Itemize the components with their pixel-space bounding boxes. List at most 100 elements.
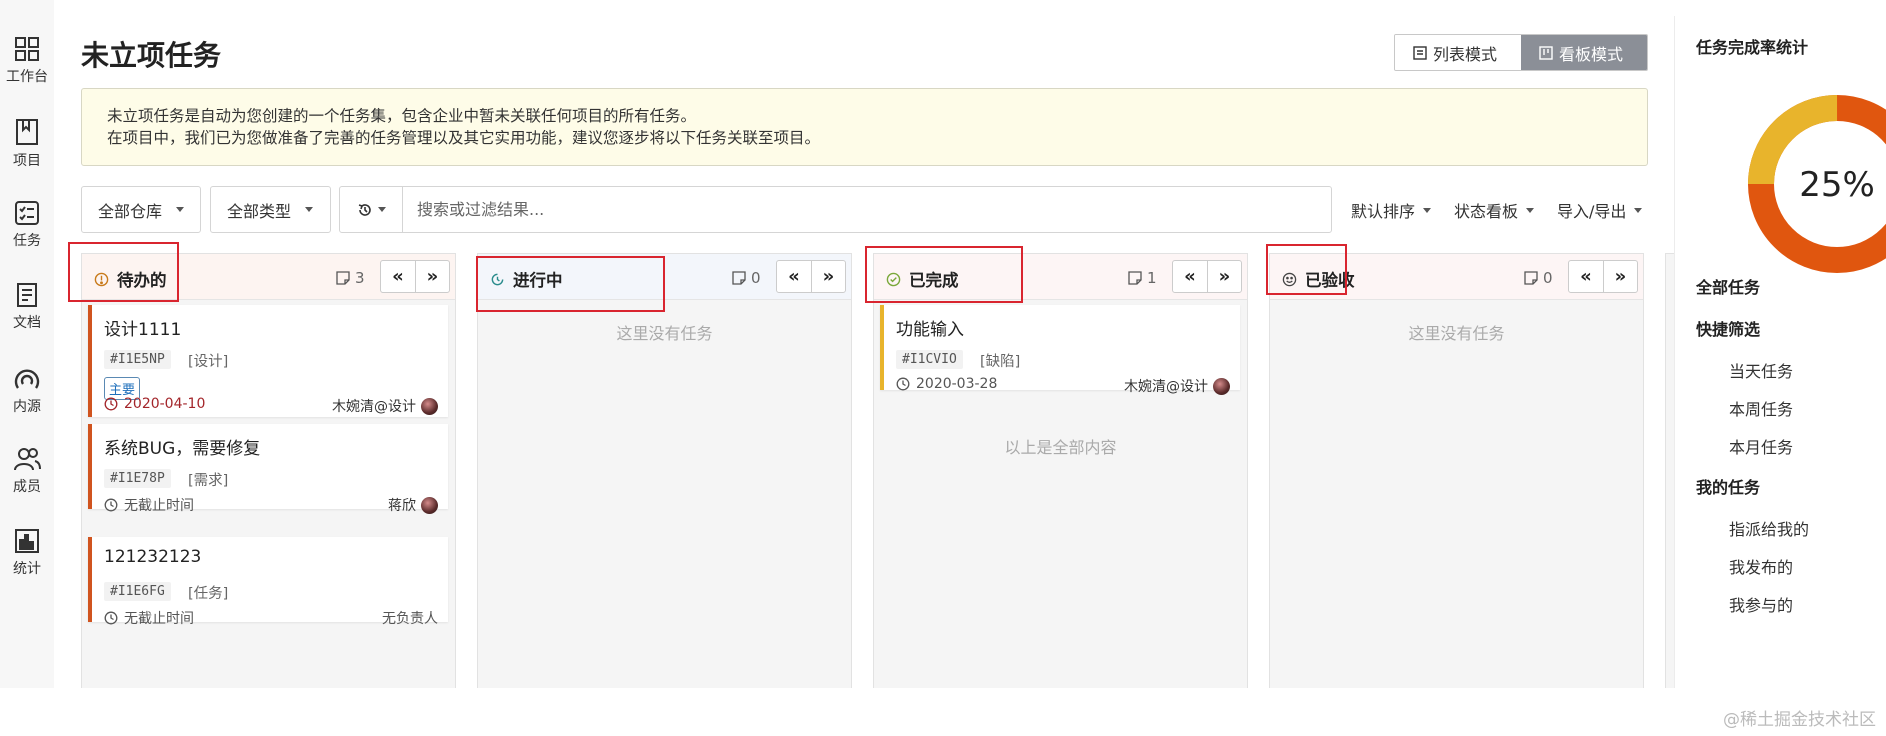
nav-item-task[interactable]: 任务 <box>0 200 54 250</box>
notice-line-2: 在项目中，我们已为您做准备了完善的任务管理以及其它实用功能，建议您逐步将以下任务… <box>107 129 821 147</box>
filter-this-week[interactable]: 本周任务 <box>1729 396 1793 420</box>
filter-participating[interactable]: 我参与的 <box>1729 592 1793 616</box>
move-left-button[interactable]: « <box>1173 261 1207 292</box>
empty-column-text: 这里没有任务 <box>1408 324 1505 343</box>
repo-filter-dropdown[interactable]: 全部仓库 <box>81 186 201 233</box>
repo-filter-label: 全部仓库 <box>98 201 163 221</box>
chevron-down-icon <box>176 207 185 212</box>
column-title-text: 已完成 <box>909 271 959 290</box>
type-filter-dropdown[interactable]: 全部类型 <box>210 186 331 233</box>
card-title: 系统BUG，需要修复 <box>104 439 261 459</box>
move-right-button[interactable]: » <box>811 261 845 292</box>
search-input[interactable] <box>403 187 1331 232</box>
filter-today[interactable]: 当天任务 <box>1729 358 1793 382</box>
chevron-down-icon <box>377 207 386 212</box>
avatar <box>1213 377 1230 395</box>
column-title: 已完成 <box>886 267 959 291</box>
column-title: 待办的 <box>94 267 167 291</box>
card-type: [缺陷] <box>980 354 1021 370</box>
board-mode-label: 看板模式 <box>1559 44 1624 64</box>
nav-label: 任务 <box>13 233 41 249</box>
checklist-icon <box>15 201 39 225</box>
inner-source-icon <box>14 369 40 389</box>
card-owner: 木婉清@设计 <box>332 396 438 416</box>
filter-this-month[interactable]: 本月任务 <box>1729 434 1793 458</box>
nav-item-inner-source[interactable]: 内源 <box>0 364 54 416</box>
filter-assigned-to-me[interactable]: 指派给我的 <box>1729 516 1809 540</box>
note-icon <box>1524 271 1538 285</box>
card-owner: 无负责人 <box>382 608 438 628</box>
sort-dropdown[interactable]: 默认排序 <box>1351 198 1432 222</box>
board-column-done: 已完成 1 « » 功能输入 #I1CVIO [缺陷] 2020-03-28 木… <box>873 253 1248 688</box>
board-mode-button[interactable]: 看板模式 <box>1521 35 1647 70</box>
move-left-button[interactable]: « <box>381 261 415 292</box>
task-card[interactable]: 系统BUG，需要修复 #I1E78P [需求] 无截止时间 蒋欣 <box>88 424 448 514</box>
move-right-button[interactable]: » <box>1603 261 1637 292</box>
nav-label: 工作台 <box>6 69 48 85</box>
nav-label: 成员 <box>13 479 41 495</box>
type-filter-label: 全部类型 <box>227 201 292 221</box>
card-date-text: 2020-03-28 <box>916 376 998 392</box>
end-of-list-text: 以上是全部内容 <box>1004 438 1117 457</box>
members-icon <box>14 448 41 471</box>
card-date: 2020-04-10 <box>104 396 205 412</box>
main-area: 未立项任务 列表模式 看板模式 未立项任务是自动为您创建的一个任务集，包含企业中… <box>54 0 1685 688</box>
card-owner-name: 木婉清@设计 <box>1124 379 1208 395</box>
nav-label: 项目 <box>13 153 41 169</box>
nav-item-members[interactable]: 成员 <box>0 446 54 496</box>
move-right-button[interactable]: » <box>415 261 449 292</box>
column-header: 已完成 1 « » <box>874 254 1247 300</box>
nav-item-stats[interactable]: 统计 <box>0 528 54 578</box>
task-card[interactable]: 功能输入 #I1CVIO [缺陷] 2020-03-28 木婉清@设计 <box>880 305 1240 395</box>
column-count: 0 <box>1524 269 1553 287</box>
card-owner-name: 蒋欣 <box>388 498 416 514</box>
chevron-down-icon <box>1423 207 1432 213</box>
clock-icon <box>104 498 118 512</box>
watermark: @稀土掘金技术社区 <box>1723 710 1876 730</box>
column-title: 已验收 <box>1282 267 1355 291</box>
avatar <box>421 397 438 415</box>
search-history-button[interactable] <box>340 187 403 232</box>
book-icon <box>16 119 38 145</box>
nav-item-dashboard[interactable]: 工作台 <box>0 36 54 86</box>
column-count-value: 3 <box>355 269 365 287</box>
list-mode-button[interactable]: 列表模式 <box>1395 35 1521 70</box>
clock-icon <box>104 397 118 411</box>
card-type: [任务] <box>188 586 229 602</box>
filter-bar: 全部仓库 全部类型 默认排序 状态看板 导入/导出 <box>81 186 1648 233</box>
column-move-buttons: « » <box>1568 260 1638 293</box>
card-type: [设计] <box>188 354 229 370</box>
column-count-value: 0 <box>1543 269 1553 287</box>
note-icon <box>1128 271 1142 285</box>
nav-item-project[interactable]: 项目 <box>0 118 54 170</box>
status-board-dropdown[interactable]: 状态看板 <box>1454 198 1535 222</box>
nav-label: 统计 <box>13 561 41 577</box>
task-card[interactable]: 设计1111 #I1E5NP [设计] 主要 2020-04-10 木婉清@设计 <box>88 305 448 417</box>
card-owner: 木婉清@设计 <box>1124 376 1230 396</box>
empty-column-text: 这里没有任务 <box>616 324 713 343</box>
column-header: 进行中 0 « » <box>478 254 851 300</box>
column-title: 进行中 <box>490 267 563 291</box>
my-tasks-heading: 我的任务 <box>1696 478 1761 497</box>
move-left-button[interactable]: « <box>777 261 811 292</box>
list-icon <box>1413 45 1427 60</box>
chevron-down-icon <box>1634 207 1643 213</box>
card-title: 121232123 <box>104 547 202 567</box>
filter-created-by-me[interactable]: 我发布的 <box>1729 554 1793 578</box>
card-date-text: 2020-04-10 <box>124 396 206 412</box>
dashboard-icon <box>15 37 39 61</box>
all-tasks-link[interactable]: 全部任务 <box>1696 274 1760 298</box>
notice-line-1: 未立项任务是自动为您创建的一个任务集，包含企业中暂未关联任何项目的所有任务。 <box>107 107 697 125</box>
card-owner-name: 木婉清@设计 <box>332 399 416 415</box>
task-card[interactable]: 121232123 #I1E6FG [任务] 无截止时间 无负责人 <box>88 537 448 627</box>
card-type: [需求] <box>188 473 229 489</box>
move-left-button[interactable]: « <box>1569 261 1603 292</box>
clock-icon <box>896 377 910 391</box>
warning-circle-icon <box>94 272 109 286</box>
import-export-dropdown[interactable]: 导入/导出 <box>1557 198 1643 222</box>
completion-donut-chart: 25% <box>1748 95 1886 273</box>
clock-icon <box>104 611 118 625</box>
move-right-button[interactable]: » <box>1207 261 1241 292</box>
bar-chart-icon <box>15 529 39 553</box>
nav-item-docs[interactable]: 文档 <box>0 282 54 332</box>
